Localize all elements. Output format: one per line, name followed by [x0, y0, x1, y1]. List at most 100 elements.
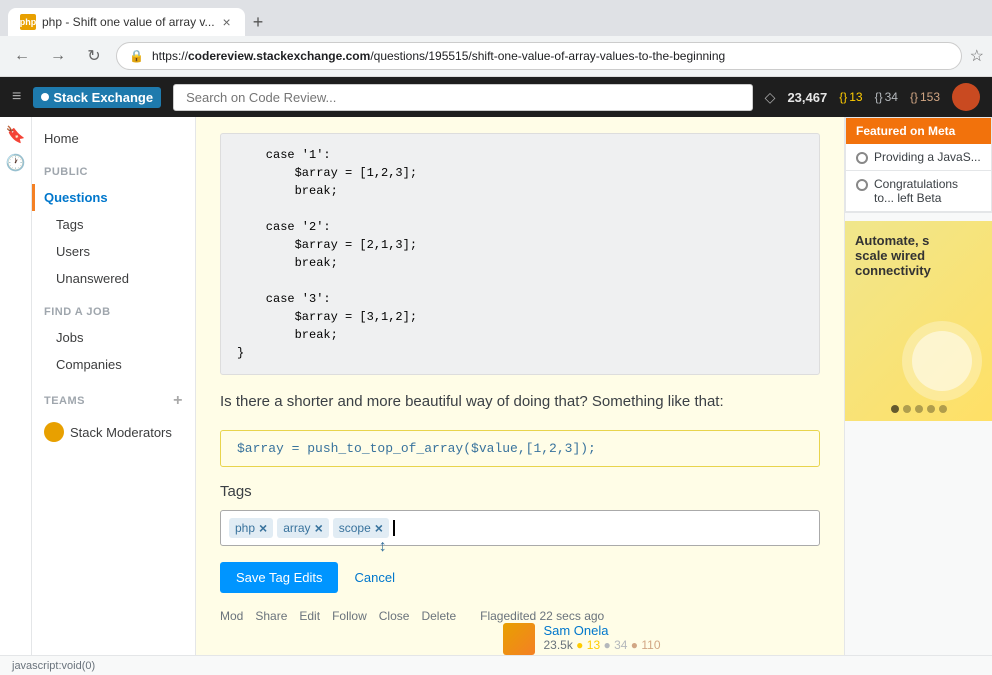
cursor-pointer-indicator: ↕ [379, 538, 387, 556]
ssl-lock-icon: 🔒 [129, 49, 144, 63]
sidebar-item-questions[interactable]: Questions [32, 184, 195, 211]
editor-name[interactable]: Sam Onela [543, 623, 660, 638]
right-panel: Featured on Meta Providing a JavaS... Co… [844, 117, 992, 655]
sidebar-item-stack-moderators[interactable]: Stack Moderators [32, 416, 195, 448]
ad-dot-2 [903, 405, 911, 413]
se-header: ≡ Stack Exchange ◇ 23,467 {} 13 {} 34 {}… [0, 77, 992, 117]
edit-link[interactable]: Edit [299, 609, 320, 623]
active-tab[interactable]: php php - Shift one value of array v... … [8, 8, 245, 36]
tag-array-label: array [283, 521, 310, 535]
bookmark-button[interactable]: ☆ [970, 46, 984, 66]
history-edge-icon[interactable]: 🕐 [6, 153, 26, 173]
ad-dots [891, 405, 947, 413]
tags-section: Tags php × array × scope × ↕ [220, 483, 820, 546]
sidebar-item-users[interactable]: Users [32, 238, 195, 265]
follow-link[interactable]: Follow [332, 609, 367, 623]
ad-circle-inner [912, 331, 972, 391]
tab-close-button[interactable]: × [221, 12, 233, 32]
tab-title: php - Shift one value of array v... [42, 15, 215, 29]
ad-dot-5 [939, 405, 947, 413]
user-avatar[interactable] [952, 83, 980, 111]
share-link[interactable]: Share [255, 609, 287, 623]
featured-meta-header: Featured on Meta [846, 118, 991, 144]
post-footer: Mod Share Edit Follow Close Delete Flag … [220, 609, 820, 656]
sidebar-item-companies[interactable]: Companies [32, 351, 195, 378]
bottom-bar: javascript:void(0) [0, 655, 992, 675]
ad-panel: Automate, s scale wired connectivity [845, 221, 992, 421]
tag-php-remove[interactable]: × [259, 520, 267, 536]
achievements-icon[interactable]: ◇ [765, 89, 776, 106]
ad-line1: Automate, s [855, 233, 982, 248]
gold-badge: {} 13 [839, 90, 862, 104]
url-bar[interactable]: 🔒 https://codereview.stackexchange.com/q… [116, 42, 962, 70]
sidebar-item-home[interactable]: Home [32, 125, 195, 152]
text-cursor [393, 520, 395, 536]
bronze-badge: {} 153 [910, 90, 940, 104]
forward-button[interactable]: → [44, 42, 72, 70]
stack-moderators-avatar [44, 422, 64, 442]
sidebar-section-teams: TEAMS + [32, 386, 195, 416]
home-label: Home [44, 131, 79, 146]
editor-avatar [503, 623, 535, 655]
stack-moderators-label: Stack Moderators [70, 425, 172, 440]
edited-info: edited 22 secs ago [503, 609, 660, 623]
cancel-button[interactable]: Cancel [346, 562, 402, 593]
tag-scope-remove[interactable]: × ↕ [375, 520, 383, 536]
tag-php: php × [229, 518, 273, 538]
tag-php-label: php [235, 521, 255, 535]
left-edge-icons: 🔖 🕐 [0, 117, 32, 655]
code-answer-text: $array = push_to_top_of_array($value,[1,… [237, 441, 596, 456]
tag-text-cursor [393, 520, 395, 536]
meta-item-0-text: Providing a JavaS... [874, 150, 981, 164]
tag-array-remove[interactable]: × [315, 520, 323, 536]
users-label: Users [56, 244, 90, 259]
sidebar-section-findajob: FIND A JOB [32, 300, 195, 324]
editor-card: edited 22 secs ago Sam Onela 23.5k ● 13 … [503, 609, 660, 655]
status-url: javascript:void(0) [12, 660, 95, 672]
tag-scope: scope × ↕ [333, 518, 389, 538]
editor-rep: 23.5k ● 13 ● 34 ● 110 [543, 638, 660, 652]
se-logo[interactable]: Stack Exchange [33, 87, 161, 108]
flag-link[interactable]: Flag [480, 609, 503, 623]
bookmark-edge-icon[interactable]: 🔖 [6, 125, 26, 145]
editor-user-card: Sam Onela 23.5k ● 13 ● 34 ● 110 [503, 623, 660, 655]
ad-line3: connectivity [855, 263, 982, 278]
mod-link[interactable]: Mod [220, 609, 243, 623]
add-team-icon[interactable]: + [173, 392, 183, 410]
sidebar-item-unanswered[interactable]: Unanswered [32, 265, 195, 292]
reputation-count: 23,467 [787, 90, 827, 105]
hamburger-icon[interactable]: ≡ [12, 88, 21, 106]
unanswered-label: Unanswered [56, 271, 129, 286]
ad-line2: scale wired [855, 248, 982, 263]
meta-item-1-text: Congratulations to... left Beta [874, 177, 981, 205]
address-bar: ← → ↻ 🔒 https://codereview.stackexchange… [0, 36, 992, 76]
save-tag-edits-button[interactable]: Save Tag Edits [220, 562, 338, 593]
ad-circle [902, 321, 982, 401]
tab-bar: php php - Shift one value of array v... … [0, 0, 992, 36]
featured-meta-item-0[interactable]: Providing a JavaS... [846, 144, 991, 171]
ad-dot-3 [915, 405, 923, 413]
tag-array: array × [277, 518, 329, 538]
sidebar-item-jobs[interactable]: Jobs [32, 324, 195, 351]
search-input[interactable] [173, 84, 753, 111]
new-tab-button[interactable]: + [245, 12, 272, 33]
back-button[interactable]: ← [8, 42, 36, 70]
tags-heading: Tags [220, 483, 820, 500]
code-block: case '1': $array = [1,2,3]; break; case … [220, 133, 820, 375]
silver-badge: {} 34 [875, 90, 898, 104]
questions-label: Questions [44, 190, 108, 205]
logo-dot [41, 93, 49, 101]
sidebar: Home PUBLIC Questions Tags Users Unanswe… [32, 117, 196, 655]
tag-scope-label: scope [339, 521, 371, 535]
delete-link[interactable]: Delete [421, 609, 456, 623]
close-link[interactable]: Close [379, 609, 410, 623]
companies-label: Companies [56, 357, 122, 372]
refresh-button[interactable]: ↻ [80, 42, 108, 70]
featured-meta: Featured on Meta Providing a JavaS... Co… [845, 117, 992, 213]
tags-label: Tags [56, 217, 83, 232]
browser-chrome: php php - Shift one value of array v... … [0, 0, 992, 77]
featured-meta-item-1[interactable]: Congratulations to... left Beta [846, 171, 991, 212]
ad-dot-1 [891, 405, 899, 413]
sidebar-item-tags[interactable]: Tags [32, 211, 195, 238]
tags-input-area[interactable]: php × array × scope × ↕ [220, 510, 820, 546]
